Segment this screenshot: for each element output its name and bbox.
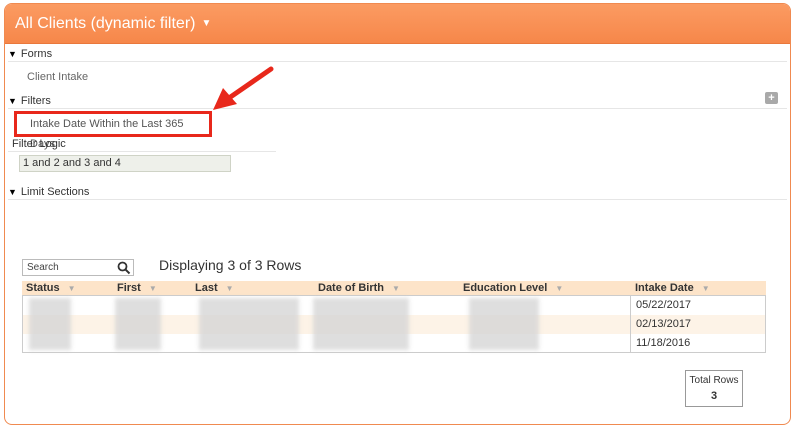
filter-item-intake-date[interactable]: Intake Date Within the Last 365 Days <box>14 111 212 150</box>
filter-logic-label: Filter Logic <box>12 138 66 150</box>
column-header-intake-date[interactable]: Intake Date ▼ <box>635 281 710 295</box>
total-rows-label: Total Rows <box>689 375 739 386</box>
redacted-education <box>469 298 539 350</box>
collapse-triangle-icon: ▼ <box>8 49 17 59</box>
search-input[interactable]: Search <box>22 259 134 276</box>
column-header-status[interactable]: Status ▼ <box>26 281 76 295</box>
total-rows-box: Total Rows 3 <box>685 370 743 407</box>
redacted-first <box>115 298 161 350</box>
form-item-client-intake[interactable]: Client Intake <box>27 71 88 83</box>
sort-icon: ▼ <box>392 284 400 293</box>
collapse-triangle-icon: ▼ <box>8 187 17 197</box>
redacted-last <box>199 298 299 350</box>
sort-icon: ▼ <box>555 284 564 293</box>
report-panel: All Clients (dynamic filter) ▼ <box>4 3 791 425</box>
divider <box>8 199 787 200</box>
search-placeholder: Search <box>27 262 59 273</box>
sort-icon: ▼ <box>225 284 234 293</box>
filters-label: Filters <box>20 95 51 107</box>
report-title[interactable]: All Clients (dynamic filter) <box>15 15 195 32</box>
sort-icon: ▼ <box>67 284 76 293</box>
filter-logic-field[interactable]: 1 and 2 and 3 and 4 <box>19 155 231 172</box>
intake-date-cell: 02/13/2017 <box>630 315 765 334</box>
display-count: Displaying 3 of 3 Rows <box>159 257 302 273</box>
report-title-bar[interactable]: All Clients (dynamic filter) ▼ <box>5 4 790 44</box>
add-filter-button[interactable]: + <box>765 92 778 104</box>
column-header-education[interactable]: Education Level ▼ <box>463 281 563 295</box>
redacted-status <box>29 298 71 350</box>
intake-date-cell: 11/18/2016 <box>630 334 765 353</box>
forms-section-toggle[interactable]: ▼ Forms <box>8 47 52 61</box>
divider <box>8 108 787 109</box>
column-header-last[interactable]: Last ▼ <box>195 281 234 295</box>
limit-sections-label: Limit Sections <box>20 186 90 198</box>
filters-section-toggle[interactable]: ▼ Filters <box>8 94 51 108</box>
sort-icon: ▼ <box>701 284 710 293</box>
data-table: 05/22/2017 02/13/2017 11/18/2016 <box>22 295 766 353</box>
total-rows-value: 3 <box>710 390 718 402</box>
limit-sections-toggle[interactable]: ▼ Limit Sections <box>8 185 89 199</box>
forms-label: Forms <box>20 48 53 60</box>
intake-date-cell: 05/22/2017 <box>630 296 765 315</box>
divider <box>8 151 276 152</box>
search-icon[interactable] <box>117 261 131 275</box>
annotation-arrow-icon <box>213 66 274 110</box>
column-header-first[interactable]: First ▼ <box>117 281 157 295</box>
table-header: Status ▼ First ▼ Last ▼ Date of Birth ▼ Educ… <box>22 281 766 295</box>
column-header-dob[interactable]: Date of Birth ▼ <box>318 281 400 295</box>
dropdown-caret-icon[interactable]: ▼ <box>201 18 211 29</box>
sort-icon: ▼ <box>148 284 157 293</box>
collapse-triangle-icon: ▼ <box>8 96 17 106</box>
redacted-dob <box>313 298 409 350</box>
divider <box>8 61 787 62</box>
